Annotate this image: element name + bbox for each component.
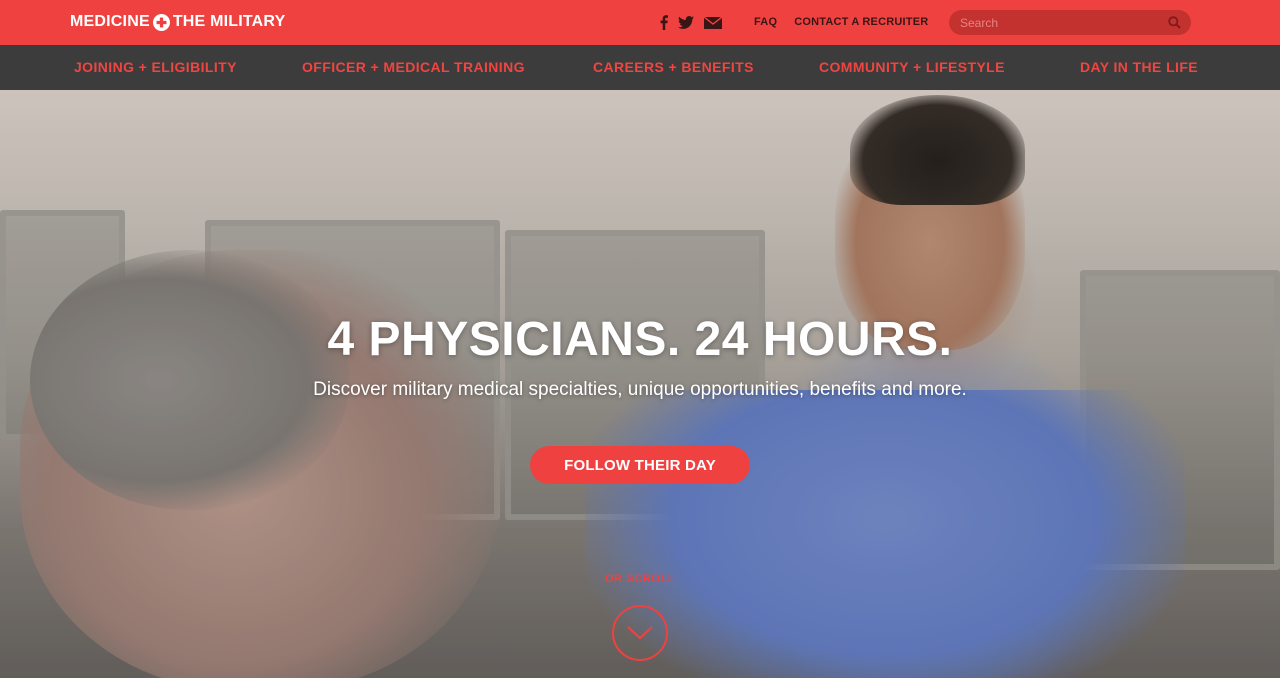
twitter-icon[interactable] (678, 14, 694, 31)
contact-recruiter-link[interactable]: CONTACT A RECRUITER (794, 16, 928, 28)
facebook-icon[interactable] (660, 14, 668, 31)
nav-joining-eligibility[interactable]: JOINING + ELIGIBILITY (74, 59, 237, 75)
main-nav: JOINING + ELIGIBILITY OFFICER + MEDICAL … (0, 45, 1280, 90)
nav-officer-medical-training[interactable]: OFFICER + MEDICAL TRAINING (302, 59, 525, 75)
scroll-label: OR SCROLL (604, 573, 676, 585)
nav-careers-benefits[interactable]: CAREERS + BENEFITS (593, 59, 754, 75)
hero-section: 4 PHYSICIANS. 24 HOURS. Discover militar… (0, 90, 1280, 678)
nav-day-in-the-life[interactable]: DAY IN THE LIFE (1080, 59, 1198, 75)
faq-link[interactable]: FAQ (754, 16, 777, 28)
top-links: FAQ CONTACT A RECRUITER (754, 16, 928, 28)
hero-subtitle: Discover military medical specialties, u… (313, 379, 967, 400)
email-icon[interactable] (704, 14, 722, 31)
follow-their-day-button[interactable]: FOLLOW THEIR DAY (530, 446, 750, 484)
logo-text-left: MEDICINE (70, 13, 150, 30)
search-input[interactable] (949, 15, 1159, 30)
hero-title: 4 PHYSICIANS. 24 HOURS. (327, 313, 953, 366)
search-icon[interactable] (1168, 16, 1181, 29)
nav-community-lifestyle[interactable]: COMMUNITY + LIFESTYLE (819, 59, 1005, 75)
search-box (949, 10, 1191, 35)
top-header-bar: MEDICINE THE MILITARY FAQ CONTACT A RECR… (0, 0, 1280, 45)
site-logo[interactable]: MEDICINE THE MILITARY (70, 13, 285, 31)
chevron-down-icon (627, 626, 653, 640)
logo-text-right: THE MILITARY (172, 13, 286, 30)
social-links (660, 14, 722, 31)
medical-cross-icon (152, 13, 170, 31)
scroll-down-button[interactable] (612, 605, 668, 661)
